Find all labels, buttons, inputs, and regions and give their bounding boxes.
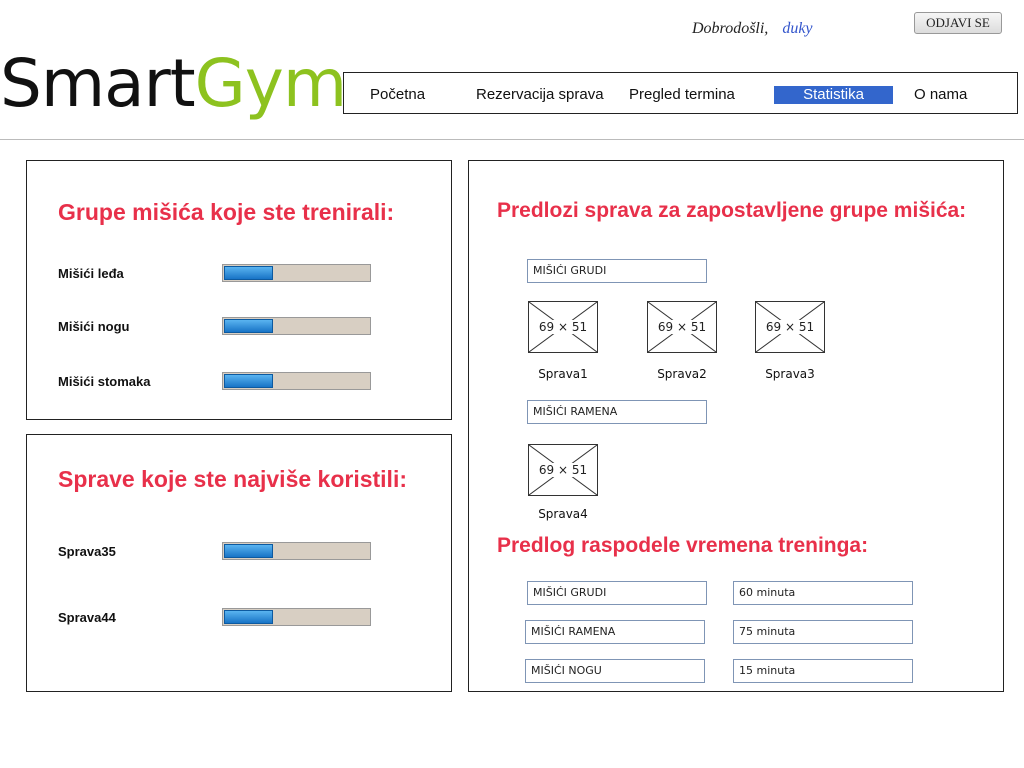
progress-fill (224, 319, 273, 333)
logout-button[interactable]: ODJAVI SE (914, 12, 1002, 34)
time-value-field[interactable]: 60 minuta (733, 581, 913, 605)
progress-bar (222, 372, 371, 390)
time-value-field[interactable]: 15 minuta (733, 659, 913, 683)
image-size-label: 69 × 51 (536, 463, 590, 477)
image-size-label: 69 × 51 (655, 320, 709, 334)
time-value-field[interactable]: 75 minuta (733, 620, 913, 644)
nav-item-rezervacija-sprava[interactable]: Rezervacija sprava (476, 86, 604, 104)
device-row-label: Sprava44 (58, 610, 116, 625)
device-caption: Sprava2 (657, 367, 707, 381)
muscle-row-label: Mišići nogu (58, 319, 130, 334)
time-group-field[interactable]: MIŠIĆI RAMENA (525, 620, 705, 644)
muscle-row-label: Mišići stomaka (58, 374, 151, 389)
most-used-panel: Sprave koje ste najviše koristili: Sprav… (26, 434, 452, 692)
device-caption: Sprava4 (538, 507, 588, 521)
group-label-field: MIŠIĆI GRUDI (527, 259, 707, 283)
muscle-row-label: Mišići leđa (58, 266, 124, 281)
progress-fill (224, 266, 273, 280)
time-group-field[interactable]: MIŠIĆI GRUDI (527, 581, 707, 605)
nav-item-statistika[interactable]: Statistika (774, 86, 893, 104)
device-image-placeholder[interactable]: 69 × 51 (528, 444, 598, 496)
device-caption: Sprava3 (765, 367, 815, 381)
suggestions-panel: Predlozi sprava za zapostavljene grupe m… (468, 160, 1004, 692)
time-group-field[interactable]: MIŠIĆI NOGU (525, 659, 705, 683)
time-split-title: Predlog raspodele vremena treninga: (497, 534, 869, 557)
username-link[interactable]: duky (782, 20, 812, 37)
logo-smart: Smart (0, 45, 196, 122)
progress-fill (224, 610, 273, 624)
progress-bar (222, 264, 371, 282)
progress-bar (222, 317, 371, 335)
device-image-placeholder[interactable]: 69 × 51 (755, 301, 825, 353)
image-size-label: 69 × 51 (763, 320, 817, 334)
nav-item-o-nama[interactable]: O nama (914, 86, 967, 104)
logo[interactable]: SmartGym (0, 44, 347, 124)
device-image-placeholder[interactable]: 69 × 51 (528, 301, 598, 353)
group-label-field: MIŠIĆI RAMENA (527, 400, 707, 424)
welcome-message: Dobrodošli, duky (692, 20, 813, 38)
image-size-label: 69 × 51 (536, 320, 590, 334)
most-used-title: Sprave koje ste najviše koristili: (58, 466, 407, 492)
nav-item-pocetna[interactable]: Početna (370, 86, 425, 104)
device-image-placeholder[interactable]: 69 × 51 (647, 301, 717, 353)
header-divider (0, 139, 1024, 140)
muscle-groups-title: Grupe mišića koje ste trenirali: (58, 199, 395, 225)
nav-item-pregled-termina[interactable]: Pregled termina (629, 86, 735, 104)
progress-bar (222, 542, 371, 560)
suggestions-title: Predlozi sprava za zapostavljene grupe m… (497, 199, 967, 222)
progress-bar (222, 608, 371, 626)
main-navigation: Početna Rezervacija sprava Pregled termi… (343, 72, 1018, 114)
device-caption: Sprava1 (538, 367, 588, 381)
muscle-groups-panel: Grupe mišića koje ste trenirali: Mišići … (26, 160, 452, 420)
progress-fill (224, 374, 273, 388)
device-row-label: Sprava35 (58, 544, 116, 559)
logo-gym: Gym (194, 45, 347, 122)
welcome-text: Dobrodošli, (692, 20, 769, 37)
progress-fill (224, 544, 273, 558)
